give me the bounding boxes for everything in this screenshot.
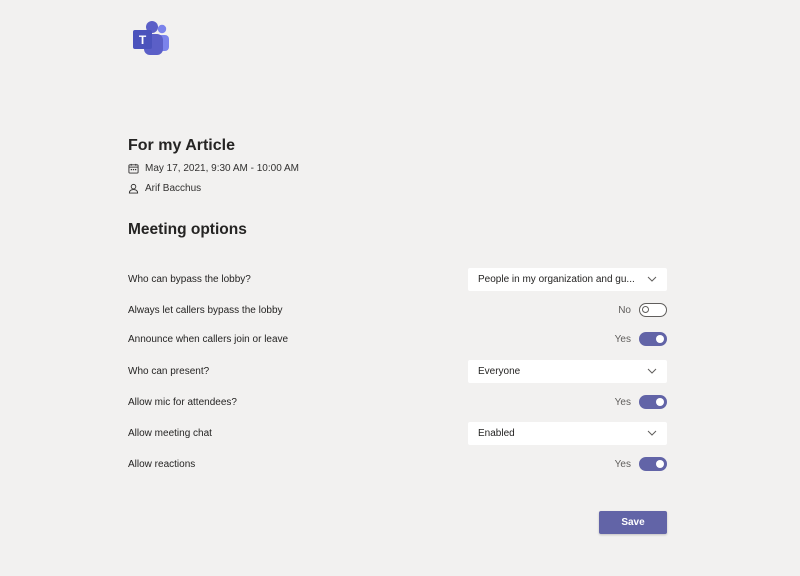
microsoft-teams-logo-icon: T bbox=[131, 20, 171, 58]
who-can-present-label: Who can present? bbox=[128, 365, 210, 377]
bypass-lobby-label: Who can bypass the lobby? bbox=[128, 273, 251, 285]
toggle-knob bbox=[656, 398, 664, 406]
callers-bypass-label: Always let callers bypass the lobby bbox=[128, 304, 283, 316]
meeting-organizer-row: Arif Bacchus bbox=[128, 183, 201, 194]
meeting-chat-value: Enabled bbox=[478, 427, 515, 439]
logo-letter: T bbox=[139, 33, 147, 47]
option-meeting-chat: Allow meeting chat Enabled bbox=[128, 421, 667, 445]
option-who-can-present: Who can present? Everyone bbox=[128, 359, 667, 383]
allow-reactions-label: Allow reactions bbox=[128, 458, 196, 470]
meeting-chat-dropdown[interactable]: Enabled bbox=[468, 421, 667, 445]
calendar-icon bbox=[128, 163, 139, 174]
announce-callers-toggle[interactable] bbox=[639, 332, 667, 346]
option-allow-reactions: Allow reactions Yes bbox=[128, 452, 667, 476]
meeting-organizer: Arif Bacchus bbox=[145, 183, 202, 194]
announce-callers-state: Yes bbox=[614, 333, 631, 345]
announce-callers-label: Announce when callers join or leave bbox=[128, 333, 289, 345]
meeting-title: For my Article bbox=[128, 137, 235, 154]
option-bypass-lobby: Who can bypass the lobby? People in my o… bbox=[128, 267, 667, 291]
allow-mic-label: Allow mic for attendees? bbox=[128, 396, 237, 408]
bypass-lobby-dropdown[interactable]: People in my organization and gu... bbox=[468, 267, 667, 291]
callers-bypass-toggle[interactable] bbox=[639, 303, 667, 317]
option-allow-mic: Allow mic for attendees? Yes bbox=[128, 390, 667, 414]
toggle-knob bbox=[656, 460, 664, 468]
chevron-down-icon bbox=[647, 430, 657, 436]
save-button[interactable]: Save bbox=[599, 511, 667, 534]
who-can-present-value: Everyone bbox=[478, 365, 521, 377]
bypass-lobby-value: People in my organization and gu... bbox=[478, 273, 635, 285]
allow-reactions-toggle[interactable] bbox=[639, 457, 667, 471]
allow-mic-toggle[interactable] bbox=[639, 395, 667, 409]
chevron-down-icon bbox=[647, 368, 657, 374]
meeting-datetime-row: May 17, 2021, 9:30 AM - 10:00 AM bbox=[128, 163, 299, 174]
person-icon bbox=[128, 183, 139, 194]
callers-bypass-state: No bbox=[618, 304, 631, 316]
chevron-down-icon bbox=[647, 276, 657, 282]
meeting-datetime: May 17, 2021, 9:30 AM - 10:00 AM bbox=[145, 163, 299, 174]
meeting-options-heading: Meeting options bbox=[128, 221, 247, 238]
option-callers-bypass: Always let callers bypass the lobby No bbox=[128, 298, 667, 322]
option-announce-callers: Announce when callers join or leave Yes bbox=[128, 327, 667, 351]
toggle-knob bbox=[656, 335, 664, 343]
meeting-chat-label: Allow meeting chat bbox=[128, 427, 212, 439]
who-can-present-dropdown[interactable]: Everyone bbox=[468, 359, 667, 383]
toggle-knob bbox=[642, 306, 649, 313]
allow-mic-state: Yes bbox=[614, 396, 631, 408]
allow-reactions-state: Yes bbox=[614, 458, 631, 470]
